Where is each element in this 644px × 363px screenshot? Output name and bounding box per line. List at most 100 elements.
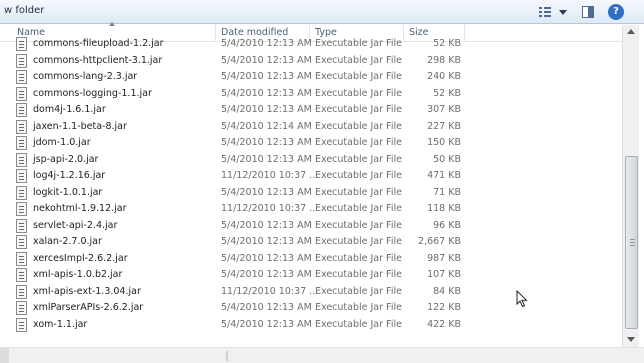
file-size: 150 KB	[427, 137, 461, 148]
vertical-scrollbar[interactable]	[622, 25, 639, 347]
file-row[interactable]: jaxen-1.1-beta-8.jar 5/4/2010 12:14 AM Exe…	[0, 119, 622, 135]
file-date-modified: 5/4/2010 12:13 AM	[221, 87, 312, 99]
jar-file-icon	[16, 202, 27, 216]
file-name: xmlParserAPIs-2.6.2.jar	[33, 302, 144, 313]
file-row[interactable]: xom-1.1.jar 5/4/2010 12:13 AM Executable J…	[0, 317, 622, 333]
file-row[interactable]: commons-fileupload-1.2.jar 5/4/2010 12:13…	[0, 36, 622, 52]
file-size: 96 KB	[433, 219, 461, 231]
jar-file-icon	[16, 284, 27, 299]
file-type: Executable Jar File	[315, 269, 402, 280]
file-name: servlet-api-2.4.jar	[33, 219, 118, 231]
file-name: jaxen-1.1-beta-8.jar	[33, 120, 127, 132]
file-type: Executable Jar File	[315, 71, 402, 82]
jar-file-icon	[16, 152, 27, 167]
file-date-modified: 5/4/2010 12:13 AM	[221, 236, 312, 247]
file-type: Executable Jar File	[315, 170, 402, 181]
file-size: 227 KB	[427, 120, 461, 132]
jar-file-icon	[16, 37, 27, 51]
file-name: commons-fileupload-1.2.jar	[33, 38, 164, 49]
file-row[interactable]: commons-logging-1.1.jar 5/4/2010 12:13 AM…	[0, 86, 622, 102]
file-row[interactable]: logkit-1.0.1.jar 5/4/2010 12:13 AM Executa…	[0, 185, 622, 201]
file-type: Executable Jar File	[315, 302, 402, 313]
file-size: 52 KB	[433, 87, 461, 99]
command-bar: w folder ?	[0, 0, 644, 24]
change-view-button[interactable]	[537, 4, 571, 20]
file-row[interactable]: jsp-api-2.0.jar 5/4/2010 12:13 AM Executab…	[0, 152, 622, 168]
file-type: Executable Jar File	[315, 203, 402, 214]
file-name: jsp-api-2.0.jar	[33, 153, 99, 165]
file-row[interactable]: dom4j-1.6.1.jar 5/4/2010 12:13 AM Executab…	[0, 102, 622, 118]
file-name: xercesImpl-2.6.2.jar	[33, 252, 128, 264]
views-icon	[539, 6, 551, 18]
scrollbar-thumb[interactable]	[625, 156, 638, 329]
jar-file-icon	[16, 235, 27, 249]
file-row[interactable]: xml-apis-1.0.b2.jar 5/4/2010 12:13 AM Exec…	[0, 267, 622, 283]
file-date-modified: 5/4/2010 12:13 AM	[221, 71, 312, 82]
help-icon[interactable]: ?	[608, 4, 624, 20]
file-name: dom4j-1.6.1.jar	[33, 104, 106, 115]
file-row[interactable]: xml-apis-ext-1.3.04.jar 11/12/2010 10:37 …	[0, 284, 622, 300]
jar-file-icon	[16, 103, 27, 117]
file-type: Executable Jar File	[315, 54, 402, 66]
file-row[interactable]: log4j-1.2.16.jar 11/12/2010 10:37 ... Exec…	[0, 168, 622, 184]
scroll-up-icon[interactable]	[627, 29, 635, 34]
jar-file-icon	[16, 53, 27, 68]
file-row[interactable]: servlet-api-2.4.jar 5/4/2010 12:13 AM Exec…	[0, 218, 622, 234]
file-name: xml-apis-ext-1.3.04.jar	[33, 285, 141, 297]
file-name: xml-apis-1.0.b2.jar	[33, 269, 123, 280]
file-name: log4j-1.2.16.jar	[33, 170, 106, 181]
file-date-modified: 5/4/2010 12:13 AM	[221, 219, 312, 231]
file-type: Executable Jar File	[315, 153, 402, 165]
file-date-modified: 5/4/2010 12:13 AM	[221, 54, 312, 66]
jar-file-icon	[16, 70, 27, 84]
file-type: Executable Jar File	[315, 137, 402, 148]
file-name: xom-1.1.jar	[33, 318, 88, 330]
file-row[interactable]: xercesImpl-2.6.2.jar 5/4/2010 12:13 AM Exe…	[0, 251, 622, 267]
file-size: 298 KB	[427, 54, 461, 66]
jar-file-icon	[16, 218, 27, 233]
file-size: 422 KB	[427, 318, 461, 330]
jar-file-icon	[16, 86, 27, 101]
file-date-modified: 5/4/2010 12:13 AM	[221, 302, 312, 313]
file-row[interactable]: commons-httpclient-3.1.jar 5/4/2010 12:13…	[0, 53, 622, 69]
file-name: commons-logging-1.1.jar	[33, 87, 152, 99]
file-type: Executable Jar File	[315, 219, 402, 231]
file-row[interactable]: jdom-1.0.jar 5/4/2010 12:13 AM Executable …	[0, 135, 622, 151]
jar-file-icon	[16, 119, 27, 134]
file-size: 307 KB	[427, 104, 461, 115]
file-date-modified: 5/4/2010 12:13 AM	[221, 186, 312, 198]
file-type: Executable Jar File	[315, 285, 402, 297]
file-row[interactable]: xalan-2.7.0.jar 5/4/2010 12:13 AM Executab…	[0, 234, 622, 250]
file-date-modified: 5/4/2010 12:13 AM	[221, 104, 312, 115]
file-size: 471 KB	[427, 170, 461, 181]
file-date-modified: 11/12/2010 10:37 ...	[221, 170, 319, 181]
file-name: jdom-1.0.jar	[33, 137, 91, 148]
file-size: 240 KB	[427, 71, 461, 82]
file-date-modified: 5/4/2010 12:13 AM	[221, 153, 312, 165]
jar-file-icon	[16, 185, 27, 200]
file-size: 987 KB	[427, 252, 461, 264]
file-row[interactable]: xmlParserAPIs-2.6.2.jar 5/4/2010 12:13 AM…	[0, 300, 622, 316]
file-type: Executable Jar File	[315, 318, 402, 330]
file-size: 2,667 KB	[418, 236, 461, 247]
file-type: Executable Jar File	[315, 186, 402, 198]
file-size: 118 KB	[427, 203, 461, 214]
chevron-down-icon[interactable]	[559, 10, 567, 15]
jar-file-icon	[16, 169, 27, 183]
file-row[interactable]: nekohtml-1.9.12.jar 11/12/2010 10:37 ... E…	[0, 201, 622, 217]
file-size: 71 KB	[433, 186, 461, 198]
file-type: Executable Jar File	[315, 236, 402, 247]
file-type: Executable Jar File	[315, 104, 402, 115]
jar-file-icon	[16, 317, 27, 332]
jar-file-icon	[16, 136, 27, 150]
file-date-modified: 5/4/2010 12:13 AM	[221, 137, 312, 148]
file-row[interactable]: commons-lang-2.3.jar 5/4/2010 12:13 AM Exe…	[0, 69, 622, 85]
preview-pane-button[interactable]	[580, 4, 596, 20]
file-name: xalan-2.7.0.jar	[33, 236, 102, 247]
scroll-down-icon[interactable]	[627, 337, 635, 342]
file-type: Executable Jar File	[315, 252, 402, 264]
jar-file-icon	[16, 268, 27, 282]
new-folder-button[interactable]: w folder	[4, 5, 44, 16]
file-date-modified: 5/4/2010 12:13 AM	[221, 269, 312, 280]
file-size: 52 KB	[433, 38, 461, 49]
